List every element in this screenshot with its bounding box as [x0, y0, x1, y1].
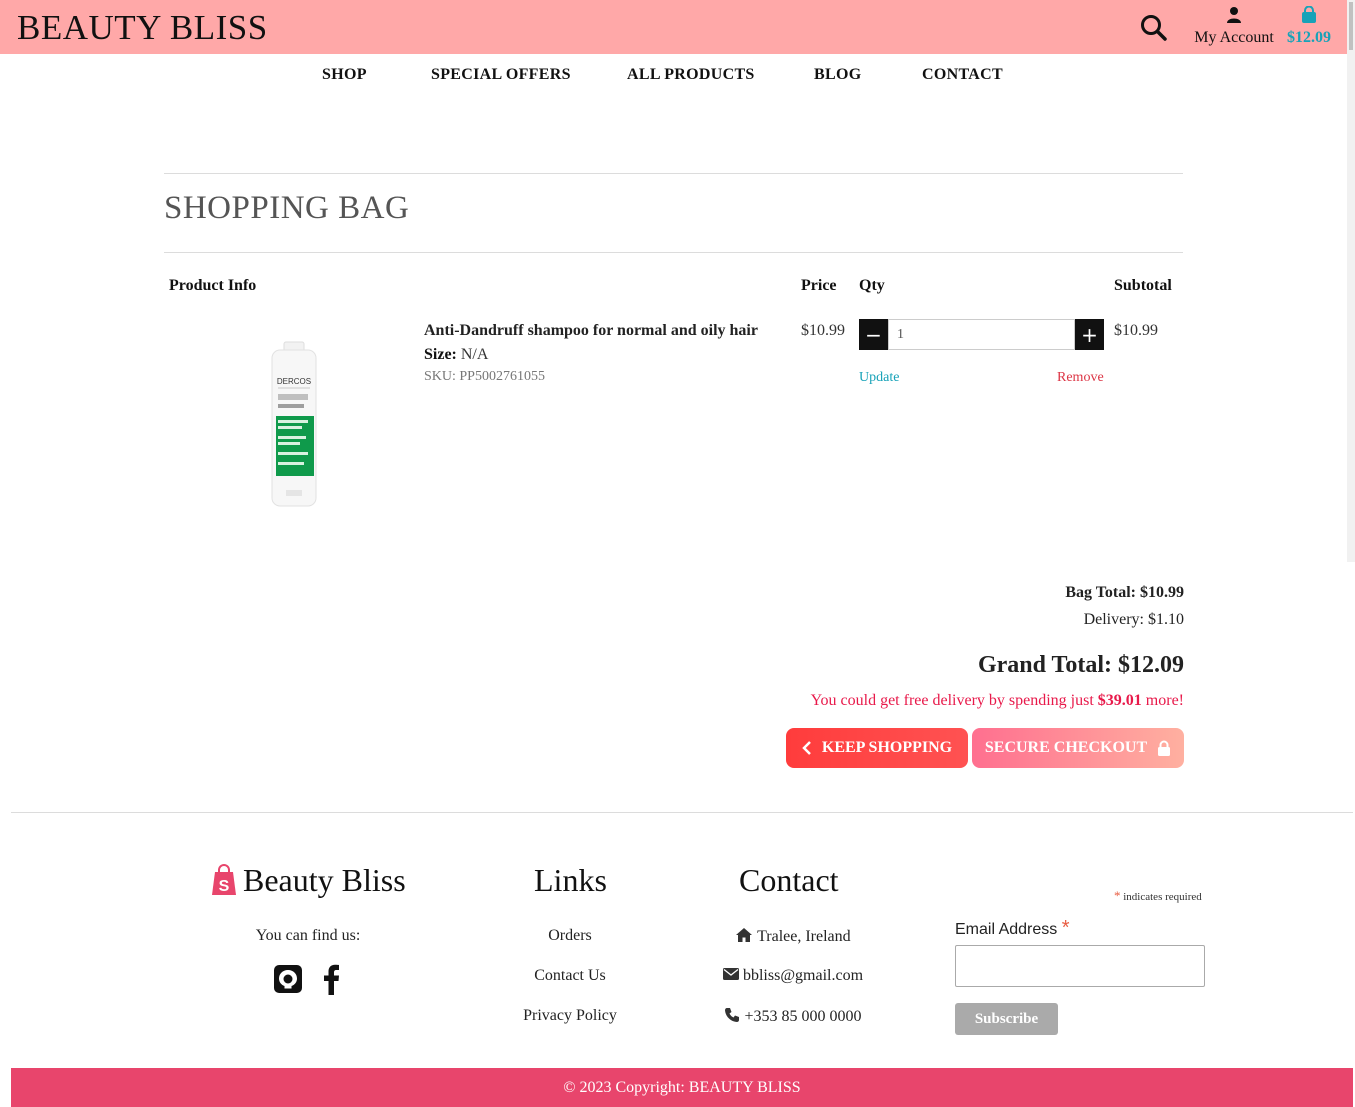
required-note-text: indicates required	[1123, 891, 1202, 903]
email-text: bbliss@gmail.com	[742, 967, 864, 984]
contact-email: bbliss@gmail.com	[688, 967, 898, 985]
footer-divider	[11, 812, 1353, 813]
free-delivery-amount: $39.01	[1097, 692, 1142, 709]
keep-shopping-button[interactable]: KEEP SHOPPING	[786, 728, 968, 768]
free-delivery-prefix: You could get free delivery by spending …	[810, 692, 1098, 709]
search-icon[interactable]	[1139, 13, 1169, 43]
top-header: BEAUTY BLISS My Account $12.09	[0, 0, 1347, 54]
shopping-bag-link[interactable]: $12.09	[1283, 5, 1335, 47]
contact-phone: +353 85 000 0000	[688, 1007, 898, 1026]
email-address-label: Email Address *	[955, 917, 1070, 940]
footer-brand: Beauty Bliss	[243, 862, 406, 898]
nav-contact[interactable]: CONTACT	[922, 66, 1003, 84]
product-image: DERCOS	[271, 341, 317, 507]
column-header-qty: Qty	[859, 277, 885, 294]
footer-link-orders[interactable]: Orders	[470, 927, 670, 945]
envelope-icon	[722, 968, 739, 980]
quantity-stepper: − +	[859, 319, 1104, 350]
product-brand-text: DERCOS	[277, 377, 311, 386]
contact-address: Tralee, Ireland	[688, 927, 898, 946]
nav-shop[interactable]: SHOP	[322, 66, 367, 84]
product-sku: SKU: PP5002761055	[424, 369, 545, 384]
find-us-text: You can find us:	[255, 927, 361, 944]
footer-link-contact-us[interactable]: Contact Us	[470, 967, 670, 985]
product-name[interactable]: Anti-Dandruff shampoo for normal and oil…	[424, 322, 758, 340]
secure-checkout-button[interactable]: SECURE CHECKOUT	[972, 728, 1184, 768]
nav-special-offers[interactable]: SPECIAL OFFERS	[431, 66, 571, 84]
facebook-icon[interactable]	[321, 963, 341, 995]
nav-blog[interactable]: BLOG	[814, 66, 861, 84]
column-header-price: Price	[801, 277, 837, 294]
page-title: SHOPPING BAG	[164, 190, 410, 226]
shopify-bag-icon: S	[212, 864, 236, 895]
bag-total-amount: $12.09	[1287, 29, 1331, 46]
increment-button[interactable]: +	[1075, 319, 1104, 350]
lock-icon	[1158, 740, 1171, 756]
phone-icon	[725, 1008, 740, 1022]
secure-checkout-label: SECURE CHECKOUT	[984, 739, 1148, 756]
user-icon	[1227, 7, 1241, 23]
nav-all-products[interactable]: ALL PRODUCTS	[627, 66, 755, 84]
size-value: N/A	[460, 346, 489, 363]
subscribe-button[interactable]: Subscribe	[955, 1003, 1058, 1035]
grand-total: Grand Total: $12.09	[977, 652, 1184, 678]
my-account-link[interactable]: My Account	[1190, 6, 1278, 47]
main-nav: SHOP SPECIAL OFFERS ALL PRODUCTS BLOG CO…	[0, 66, 1347, 88]
email-label-text: Email Address	[955, 921, 1058, 938]
bag-total: Bag Total: $10.99	[1065, 584, 1184, 601]
product-size: Size: N/A	[424, 346, 488, 364]
required-asterisk: *	[1114, 888, 1121, 903]
keep-shopping-label: KEEP SHOPPING	[821, 739, 953, 756]
quantity-input[interactable]	[888, 319, 1075, 350]
product-price: $10.99	[801, 322, 845, 339]
links-title: Links	[534, 862, 607, 898]
delivery-cost: Delivery: $1.10	[1083, 611, 1184, 628]
product-subtotal: $10.99	[1114, 322, 1158, 339]
github-icon[interactable]	[274, 965, 302, 993]
update-link[interactable]: Update	[859, 370, 899, 386]
remove-link[interactable]: Remove	[1057, 370, 1104, 386]
divider	[164, 252, 1183, 253]
my-account-label: My Account	[1194, 29, 1274, 46]
size-label: Size:	[424, 346, 457, 363]
svg-text:S: S	[219, 878, 230, 895]
scrollbar-thumb[interactable]	[1349, 2, 1353, 50]
footer-link-privacy-policy[interactable]: Privacy Policy	[470, 1007, 670, 1025]
decrement-button[interactable]: −	[859, 319, 888, 350]
free-delivery-suffix: more!	[1141, 692, 1184, 709]
copyright-bar: © 2023 Copyright: BEAUTY BLISS	[11, 1068, 1353, 1107]
required-note: * indicates required	[1114, 888, 1202, 904]
required-asterisk: *	[1061, 917, 1070, 939]
home-icon	[736, 928, 753, 942]
newsletter-email-field[interactable]	[955, 945, 1205, 987]
chevron-left-icon	[802, 741, 811, 755]
contact-title: Contact	[739, 862, 839, 898]
shopping-bag-icon	[1302, 5, 1316, 23]
site-logo[interactable]: BEAUTY BLISS	[17, 8, 268, 48]
column-header-subtotal: Subtotal	[1114, 277, 1172, 294]
divider	[164, 173, 1183, 174]
scrollbar-track[interactable]	[1347, 0, 1355, 562]
free-delivery-message: You could get free delivery by spending …	[811, 692, 1184, 710]
column-header-product-info: Product Info	[169, 277, 257, 294]
phone-text: +353 85 000 0000	[744, 1008, 862, 1025]
address-text: Tralee, Ireland	[757, 928, 851, 945]
